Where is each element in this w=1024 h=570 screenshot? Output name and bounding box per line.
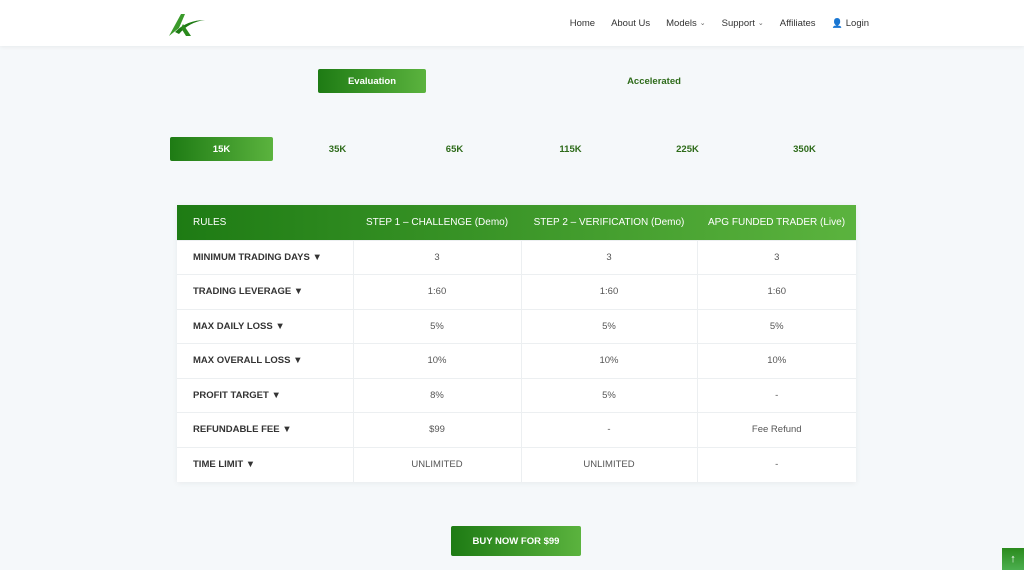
rule-value: 1:60	[696, 274, 856, 309]
table-row: MINIMUM TRADING DAYS ▼ 3 3 3	[177, 239, 856, 275]
nav-item-label: Home	[569, 17, 596, 29]
header-step1: STEP 1 – CHALLENGE (Demo)	[365, 216, 509, 228]
header-rules: RULES	[193, 216, 227, 228]
tab-size-15k[interactable]: 15K	[170, 137, 273, 161]
rule-value: 1:60	[520, 274, 697, 309]
nav-item-home[interactable]: Home	[570, 18, 595, 29]
rule-value: 10%	[352, 343, 521, 378]
buy-now-button[interactable]: BUY NOW FOR $99	[451, 526, 581, 556]
table-row: TRADING LEVERAGE ▼ 1:60 1:60 1:60	[177, 274, 856, 309]
rule-value: 5%	[352, 308, 521, 344]
rule-value: Fee Refund	[696, 412, 856, 447]
table-row: TIME LIMIT ▼ UNLIMITED UNLIMITED -	[177, 446, 856, 482]
rule-value: UNLIMITED	[352, 446, 521, 482]
nav-item-support[interactable]: Support ⌄	[722, 18, 764, 29]
nav-item-label: Models	[666, 17, 697, 29]
rule-value: -	[520, 412, 697, 447]
rule-value: 3	[696, 239, 856, 275]
nav-item-label: About Us	[611, 17, 651, 29]
rule-name[interactable]: TIME LIMIT ▼	[177, 446, 353, 482]
rule-value: $99	[352, 412, 521, 447]
rule-value: -	[696, 377, 856, 413]
tab-size-35k[interactable]: 35K	[286, 137, 389, 161]
model-tabs: Evaluation Accelerated	[318, 69, 718, 93]
nav-item-models[interactable]: Models ⌄	[666, 18, 706, 29]
rule-value: 5%	[520, 308, 697, 344]
logo-icon[interactable]	[165, 10, 205, 38]
tab-accelerated[interactable]: Accelerated	[600, 69, 708, 93]
table-row: MAX DAILY LOSS ▼ 5% 5% 5%	[177, 308, 856, 344]
header-funded: APG FUNDED TRADER (Live)	[707, 216, 846, 228]
chevron-down-icon: ⌄	[699, 20, 706, 27]
nav-login[interactable]: 👤 Login	[832, 18, 869, 29]
login-label: Login	[845, 17, 869, 29]
rule-value: 10%	[520, 343, 697, 378]
rule-name[interactable]: MAX OVERALL LOSS ▼	[177, 343, 353, 378]
tab-evaluation[interactable]: Evaluation	[318, 69, 426, 93]
rule-value: UNLIMITED	[520, 446, 697, 482]
scroll-to-top-button[interactable]: ↑	[1002, 548, 1024, 570]
nav-item-label: Support	[721, 17, 755, 29]
rule-value: 3	[352, 239, 521, 275]
rule-value: 5%	[696, 308, 856, 344]
user-icon: 👤	[831, 17, 843, 28]
tab-size-350k[interactable]: 350K	[753, 137, 856, 161]
chevron-down-icon: ⌄	[757, 20, 764, 27]
tab-size-225k[interactable]: 225K	[636, 137, 739, 161]
nav-item-about-us[interactable]: About Us	[611, 18, 650, 29]
rule-value: -	[696, 446, 856, 482]
rule-value: 3	[520, 239, 697, 275]
header-step2: STEP 2 – VERIFICATION (Demo)	[533, 216, 685, 228]
top-navbar: Home About Us Models ⌄ Support ⌄ Affiliates 👤 Lo…	[0, 0, 1024, 46]
tab-size-65k[interactable]: 65K	[403, 137, 506, 161]
rule-value: 8%	[352, 377, 521, 413]
table-row: MAX OVERALL LOSS ▼ 10% 10% 10%	[177, 343, 856, 378]
rule-name[interactable]: MAX DAILY LOSS ▼	[177, 308, 353, 344]
table-row: REFUNDABLE FEE ▼ $99- Fee Refund	[177, 412, 856, 447]
rule-name[interactable]: TRADING LEVERAGE ▼	[177, 274, 353, 309]
account-size-tabs: 15K 35K 65K 115K 225K 350K	[170, 137, 860, 161]
table-header-row: RULES STEP 1 – CHALLENGE (Demo) STEP 2 –…	[177, 205, 856, 240]
main-nav: Home About Us Models ⌄ Support ⌄ Affiliates 👤 Lo…	[570, 0, 869, 46]
rule-name[interactable]: REFUNDABLE FEE ▼	[177, 412, 353, 447]
rule-name[interactable]: MINIMUM TRADING DAYS ▼	[177, 239, 353, 275]
rule-name[interactable]: PROFIT TARGET ▼	[177, 377, 353, 413]
arrow-up-icon: ↑	[1010, 553, 1016, 565]
rule-value: 1:60	[352, 274, 521, 309]
rules-table: RULES STEP 1 – CHALLENGE (Demo) STEP 2 –…	[177, 205, 856, 482]
nav-item-affiliates[interactable]: Affiliates	[780, 18, 816, 29]
rule-value: 5%	[520, 377, 697, 413]
tab-size-115k[interactable]: 115K	[519, 137, 622, 161]
table-row: PROFIT TARGET ▼ 8% 5% -	[177, 377, 856, 413]
rule-value: 10%	[696, 343, 856, 378]
nav-item-label: Affiliates	[779, 17, 816, 29]
